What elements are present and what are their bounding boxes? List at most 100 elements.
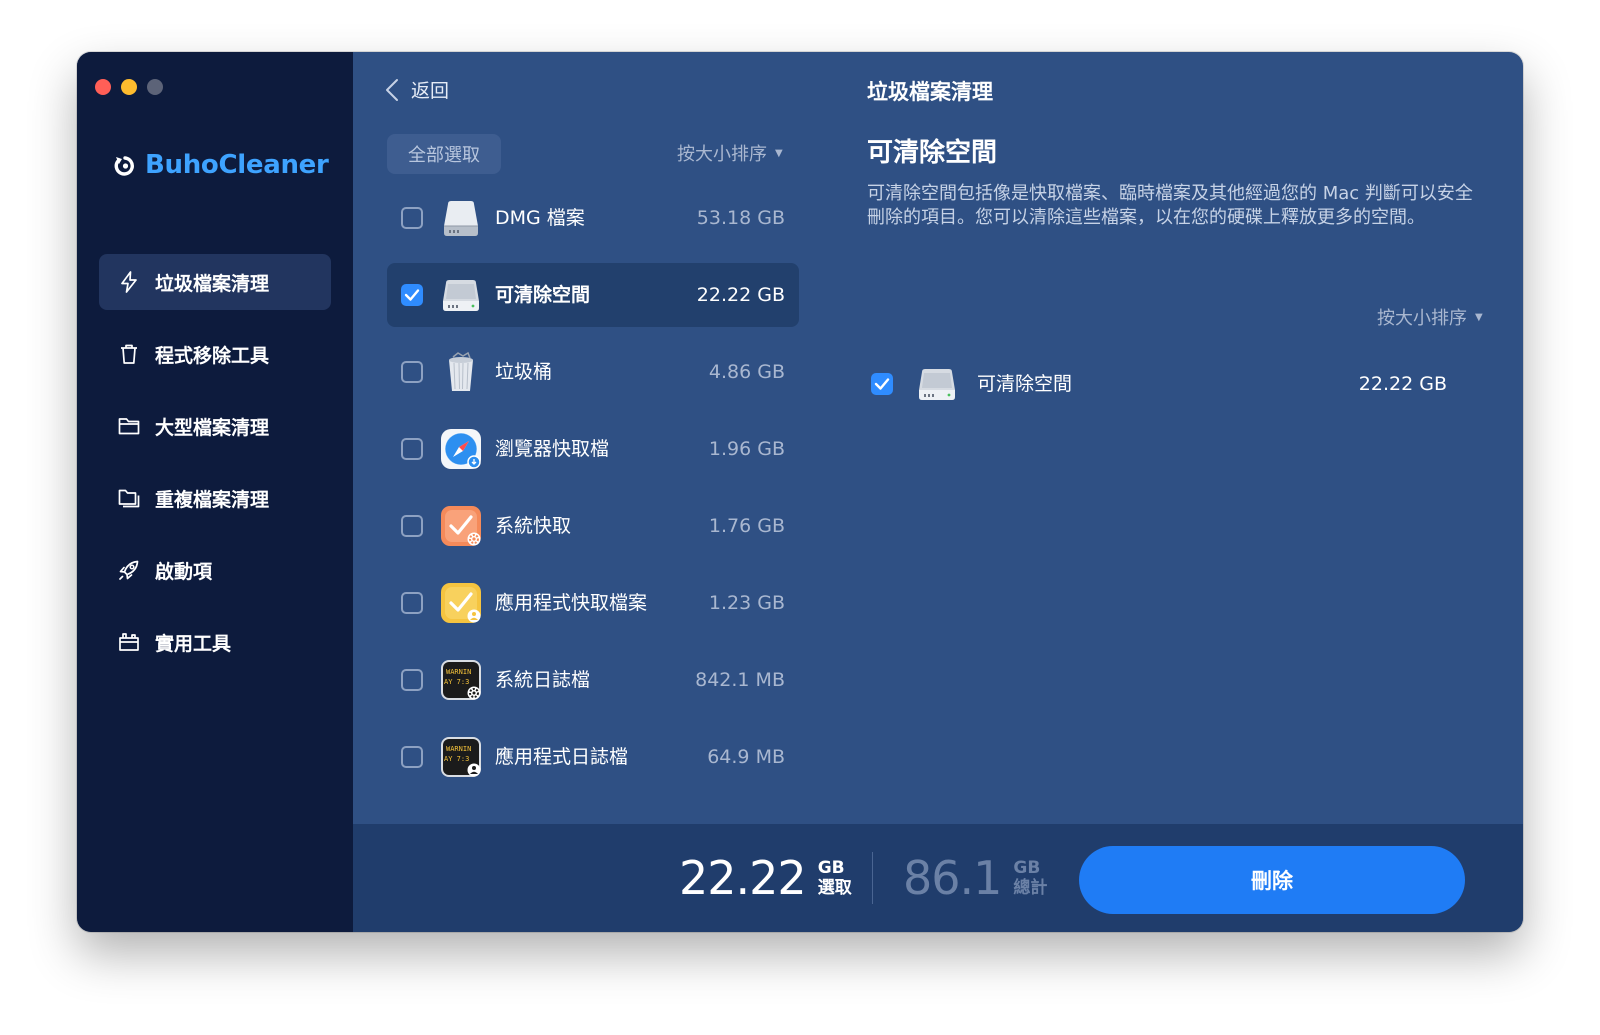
item-checkbox[interactable]: [401, 669, 423, 691]
sidebar-item-toolkit[interactable]: 實用工具: [99, 614, 331, 670]
list-item-browser-cache[interactable]: 瀏覽器快取檔 1.96 GB: [387, 417, 799, 481]
list-item-app-cache[interactable]: 應用程式快取檔案 1.23 GB: [387, 571, 799, 635]
caret-down-icon: ▼: [775, 147, 783, 159]
item-checkbox[interactable]: [401, 207, 423, 229]
item-checkbox[interactable]: [401, 284, 423, 306]
item-size: 22.22 GB: [696, 284, 785, 306]
minimize-window-button[interactable]: [121, 79, 137, 95]
item-size: 22.22 GB: [1358, 373, 1447, 395]
caption-label: 總計: [1013, 878, 1048, 898]
unit-label: GB: [1013, 858, 1041, 878]
item-checkbox[interactable]: [401, 515, 423, 537]
item-size: 4.86 GB: [708, 361, 785, 383]
list-item-dmg-files[interactable]: DMG 檔案 53.18 GB: [387, 186, 799, 250]
sidebar-item-large-files[interactable]: 大型檔案清理: [99, 398, 331, 454]
sort-label: 按大小排序: [677, 144, 767, 165]
sidebar-item-label: 實用工具: [155, 632, 232, 655]
item-checkbox[interactable]: [401, 361, 423, 383]
list-item-system-cache[interactable]: 系統快取 1.76 GB: [387, 494, 799, 558]
list-item-system-logs[interactable]: WARNIN AY 7:3 系統日誌檔 842.1 MB: [387, 648, 799, 712]
list-item-app-logs[interactable]: WARNIN AY 7:3 應用程式日誌檔 64.9 MB: [387, 725, 799, 789]
sort-label: 按大小排序: [1377, 308, 1467, 329]
item-label: 可清除空間: [977, 373, 1073, 395]
log-text-line: AY 7:3: [444, 755, 469, 763]
checkmark-icon: [874, 378, 890, 390]
item-label: 垃圾桶: [495, 361, 553, 383]
item-label: 系統日誌檔: [495, 669, 591, 691]
item-checkbox[interactable]: [401, 746, 423, 768]
sidebar-nav: 垃圾檔案清理 程式移除工具 大型檔案清理 重複檔案清理 啟動項 實用工具: [99, 254, 331, 686]
sidebar-item-label: 大型檔案清理: [155, 416, 270, 439]
folder-icon: [118, 418, 140, 435]
footer-bar: 22.22 GB 選取 86.1 GB 總計 刪除: [353, 824, 1523, 932]
page-title: 垃圾檔案清理: [867, 80, 993, 104]
sidebar-item-label: 程式移除工具: [155, 344, 270, 367]
hard-drive-icon: [443, 280, 479, 311]
item-label: 瀏覽器快取檔: [495, 438, 610, 460]
select-all-button[interactable]: 全部選取: [387, 134, 501, 174]
item-size: 1.96 GB: [708, 438, 785, 460]
log-text-line: AY 7:3: [444, 678, 469, 686]
sidebar-item-duplicate-files[interactable]: 重複檔案清理: [99, 470, 331, 526]
window-controls: [95, 79, 163, 95]
zoom-window-button[interactable]: [147, 79, 163, 95]
back-label: 返回: [411, 80, 450, 102]
caption-label: 選取: [817, 878, 852, 898]
log-text-line: WARNIN: [446, 668, 471, 676]
detail-heading: 可清除空間: [867, 138, 998, 168]
item-size: 1.76 GB: [708, 515, 785, 537]
item-size: 53.18 GB: [696, 207, 785, 229]
caret-down-icon: ▼: [1475, 311, 1483, 323]
buho-logo-icon: [114, 156, 134, 176]
detail-item-purgeable-space[interactable]: 可清除空間 22.22 GB: [857, 352, 1447, 416]
sidebar-item-app-uninstaller[interactable]: 程式移除工具: [99, 326, 331, 382]
total-size-value: 86.1: [903, 851, 1002, 905]
rocket-icon: [119, 560, 139, 580]
sidebar-item-label: 重複檔案清理: [155, 488, 270, 511]
log-text-line: WARNIN: [446, 745, 471, 753]
total-size-stat: 86.1 GB 總計: [903, 852, 1047, 904]
item-checkbox[interactable]: [401, 438, 423, 460]
item-size: 64.9 MB: [707, 746, 785, 768]
selected-size-unit: GB 選取: [818, 852, 852, 898]
list-item-trash[interactable]: 垃圾桶 4.86 GB: [387, 340, 799, 404]
sidebar: BuhoCleaner 垃圾檔案清理 程式移除工具 大型檔案清理 重複檔案清理 …: [77, 52, 353, 932]
detail-description: 可清除空間包括像是快取檔案、臨時檔案及其他經過您的 Mac 判斷可以安全刪除的項…: [867, 183, 1473, 228]
disk-image-icon: [444, 201, 478, 236]
bolt-icon: [121, 271, 137, 293]
hard-drive-icon: [919, 369, 955, 400]
system-cache-icon: [441, 506, 481, 546]
item-label: 可清除空間: [495, 284, 591, 306]
close-window-button[interactable]: [95, 79, 111, 95]
sidebar-item-label: 垃圾檔案清理: [155, 272, 270, 295]
sidebar-item-label: 啟動項: [155, 560, 213, 583]
list-item-purgeable-space[interactable]: 可清除空間 22.22 GB: [387, 263, 799, 327]
unit-label: GB: [817, 858, 845, 878]
safari-icon: [441, 429, 481, 469]
back-button[interactable]: 返回: [385, 76, 449, 103]
trash-can-icon: [449, 351, 473, 391]
detail-sort-by-size-dropdown[interactable]: 按大小排序 ▼: [1377, 304, 1483, 330]
chevron-left-icon: [386, 78, 398, 101]
app-logo: BuhoCleaner: [113, 150, 329, 180]
selected-size-stat: 22.22 GB 選取: [679, 852, 852, 904]
item-checkbox[interactable]: [401, 592, 423, 614]
junk-category-list: DMG 檔案 53.18 GB 可清除空間 22.22 GB 垃圾桶 4.86 …: [387, 186, 799, 802]
delete-button[interactable]: 刪除: [1079, 846, 1465, 914]
item-size: 1.23 GB: [708, 592, 785, 614]
sort-by-size-dropdown[interactable]: 按大小排序 ▼: [677, 140, 783, 166]
trash-icon: [121, 344, 137, 364]
total-size-unit: GB 總計: [1013, 852, 1047, 898]
item-label: 應用程式快取檔案: [495, 592, 648, 614]
item-label: 系統快取: [495, 515, 572, 537]
item-checkbox[interactable]: [871, 373, 893, 395]
duplicate-folder-icon: [118, 489, 140, 508]
selected-size-value: 22.22: [679, 851, 807, 905]
sidebar-item-junk-clean[interactable]: 垃圾檔案清理: [99, 254, 331, 310]
sidebar-item-startup-items[interactable]: 啟動項: [99, 542, 331, 598]
system-log-icon: WARNIN AY 7:3: [441, 660, 481, 700]
item-size: 842.1 MB: [695, 669, 785, 691]
footer-divider: [872, 852, 873, 904]
checkmark-icon: [404, 289, 420, 301]
app-cache-icon: [441, 583, 481, 623]
